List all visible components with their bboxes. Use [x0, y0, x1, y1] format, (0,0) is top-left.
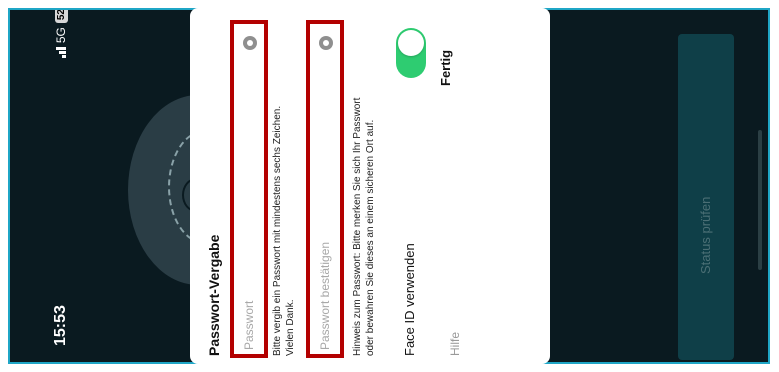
password-dialog: Passwort-Vergabe Passwort Bitte vergib e…	[190, 8, 550, 364]
help-link[interactable]: Hilfe	[448, 332, 462, 356]
status-check-label: Status prüfen	[698, 196, 713, 274]
toggle-knob	[398, 30, 424, 56]
status-bar: 15:53 5G 52	[10, 10, 69, 362]
battery-icon: 52	[54, 10, 68, 24]
face-id-toggle[interactable]	[396, 28, 426, 78]
signal-icon	[56, 47, 66, 59]
password-input[interactable]: Passwort	[230, 20, 268, 358]
status-time: 15:53	[52, 305, 69, 346]
password-placeholder: Passwort	[242, 300, 256, 350]
scrollbar[interactable]	[758, 130, 762, 270]
done-button[interactable]: Fertig	[438, 50, 453, 86]
password-notice-line2: oder bewahren Sie dieses an einem sicher…	[365, 119, 376, 356]
status-check-button[interactable]: Status prüfen	[678, 34, 734, 360]
dialog-title: Passwort-Vergabe	[206, 234, 222, 356]
eye-icon[interactable]	[319, 36, 333, 50]
password-notice-line1: Hinweis zum Passwort: Bitte merken Sie s…	[352, 97, 363, 356]
confirm-password-input[interactable]: Passwort bestätigen	[306, 20, 344, 358]
face-id-label: Face ID verwenden	[402, 243, 417, 356]
password-hint-line2: Vielen Dank.	[285, 299, 296, 356]
password-hint-line1: Bitte vergib ein Passwort mit mindestens…	[272, 105, 283, 356]
network-type: 5G	[54, 27, 68, 44]
status-stack: 15:53 5G 52	[47, 10, 75, 346]
screen: 15:53 5G 52 Status prüfen Passwort-Verga…	[0, 0, 779, 372]
eye-icon[interactable]	[243, 36, 257, 50]
confirm-password-placeholder: Passwort bestätigen	[318, 241, 332, 350]
